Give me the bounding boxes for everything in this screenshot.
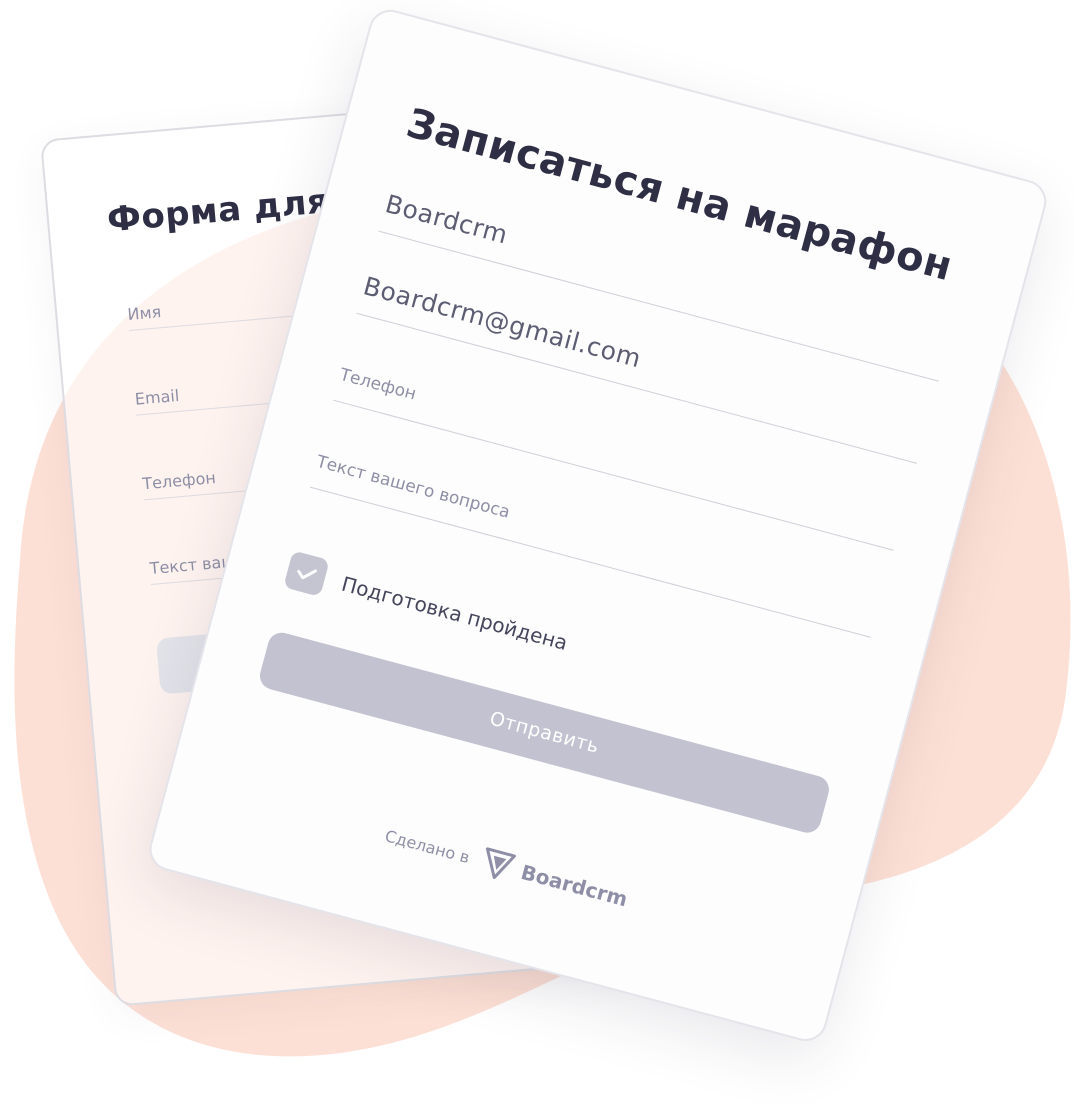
- name-value: Boardcrm: [382, 189, 512, 250]
- back-form-title: Форма для: [105, 181, 331, 241]
- submit-button[interactable]: Отправить: [256, 629, 833, 836]
- phone-placeholder: Телефон: [337, 364, 419, 405]
- back-email-placeholder: Email: [134, 385, 181, 409]
- illustration-stage: Форма для Имя Email Телефон Текст вашего…: [0, 0, 1074, 1104]
- made-in-text: Сделано в: [383, 825, 472, 867]
- preparation-checkbox-label: Подготовка пройдена: [339, 571, 571, 656]
- check-icon: [297, 569, 318, 580]
- back-phone-placeholder: Телефон: [141, 468, 217, 494]
- triangle-logo-icon: [485, 847, 516, 880]
- brand-name[interactable]: Boardcrm: [518, 860, 630, 911]
- submit-button-label: Отправить: [487, 707, 602, 758]
- back-name-placeholder: Имя: [126, 302, 162, 324]
- question-placeholder: Текст вашего вопроса: [314, 451, 513, 523]
- preparation-checkbox[interactable]: [283, 550, 330, 597]
